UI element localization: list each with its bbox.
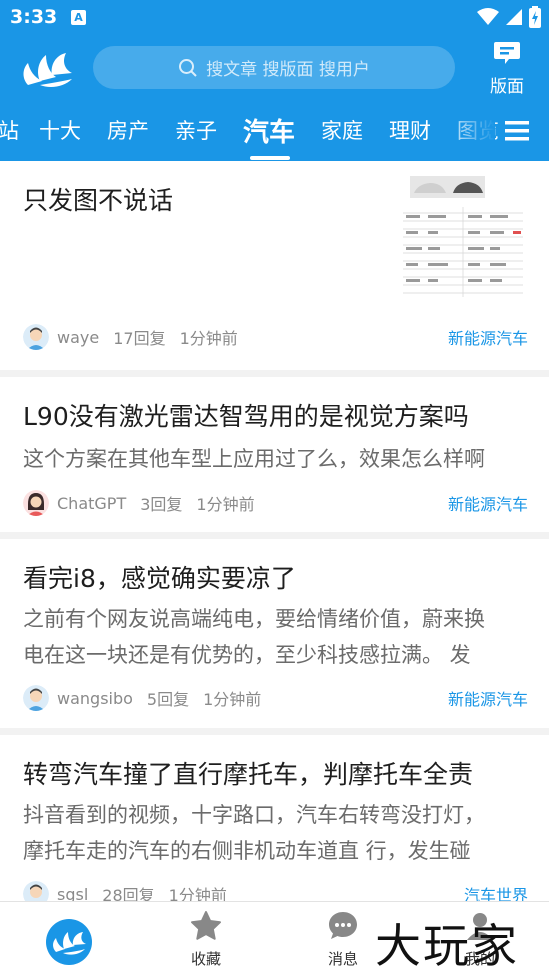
post-author[interactable]: waye [57,328,99,347]
tab-family[interactable]: 家庭 [321,115,363,145]
home-logo-icon [46,919,92,965]
post-excerpt: 这个方案在其他车型上应用过了么，效果怎么样啊 [23,447,485,471]
nav-favorites[interactable]: 收藏 [156,902,256,977]
tabs-fade [440,110,495,160]
post-time: 1分钟前 [203,690,262,709]
reply-count: 5回复 [146,690,190,709]
wifi-icon [477,8,499,25]
status-icons [477,6,541,28]
post-title[interactable]: 转弯汽车撞了直行摩托车，判摩托车全责 [23,755,473,791]
post-card[interactable]: 只发图不说话 waye 17回复 1分钟前 新能源汽车 [0,161,549,370]
post-meta: waye 17回复 1分钟前 新能源汽车 [23,323,528,351]
tab-real-estate[interactable]: 房产 [107,115,149,145]
menu-icon[interactable] [505,120,529,142]
battery-icon [529,6,541,28]
nav-home[interactable] [18,902,118,977]
signal-icon [506,9,522,25]
active-tab-indicator [250,156,290,160]
post-excerpt: 之前有个网友说高端纯电，要给情绪价值，蔚来换 [23,607,485,631]
app-root: 3:33 A 搜文章 搜版面 搜用户 版面 站 十大 房产 亲子 汽车 家庭 理… [0,0,549,977]
avatar[interactable] [23,685,49,711]
nav-favorites-label: 收藏 [190,950,221,968]
tab-finance[interactable]: 理财 [389,115,431,145]
post-category[interactable]: 新能源汽车 [448,686,528,710]
post-excerpt: 摩托车走的汽车的右侧非机动车道直 行，发生碰 [23,839,471,863]
post-meta: sgsl 28回复 1分钟前 汽车世界 [23,880,528,901]
search-icon [179,58,197,77]
reply-count: 17回复 [113,329,166,348]
post-excerpt: 抖音看到的视频，十字路口，汽车右转弯没打灯， [23,803,485,827]
avatar[interactable] [23,324,49,350]
post-time: 1分钟前 [196,495,255,514]
category-tabs: 站 十大 房产 亲子 汽车 家庭 理财 图览 [0,110,549,160]
post-excerpt: 电在这一块还是有优势的，至少科技感拉满。 发 [23,643,471,667]
post-card[interactable]: 转弯汽车撞了直行摩托车，判摩托车全责 抖音看到的视频，十字路口，汽车右转弯没打灯… [0,735,549,901]
post-author[interactable]: wangsibo [57,689,133,708]
avatar[interactable] [23,881,49,901]
status-bar: 3:33 A [0,0,549,36]
post-author[interactable]: ChatGPT [57,494,126,513]
post-time: 1分钟前 [179,329,238,348]
post-card[interactable]: 看完i8，感觉确实要凉了 之前有个网友说高端纯电，要给情绪价值，蔚来换 电在这一… [0,539,549,728]
post-category[interactable]: 新能源汽车 [448,325,528,349]
tab-partial-zhan[interactable]: 站 [0,115,19,145]
chat-bubble-icon [329,912,357,939]
tab-car[interactable]: 汽车 [243,112,295,149]
tab-top-ten[interactable]: 十大 [39,115,81,145]
post-feed: 只发图不说话 waye 17回复 1分钟前 新能源汽车 L90没有激光雷达智驾用… [0,161,549,901]
post-author[interactable]: sgsl [57,885,88,902]
board-icon [494,42,520,64]
search-placeholder: 搜文章 搜版面 搜用户 [206,60,370,80]
notification-a-icon: A [71,10,86,25]
board-button-label: 版面 [490,77,524,97]
post-meta: wangsibo 5回复 1分钟前 新能源汽车 [23,684,528,712]
post-title[interactable]: 看完i8，感觉确实要凉了 [23,559,296,595]
avatar[interactable] [23,490,49,516]
post-thumbnail[interactable] [398,173,528,300]
post-category[interactable]: 新能源汽车 [448,491,528,515]
tab-parenting[interactable]: 亲子 [175,115,217,145]
post-time: 1分钟前 [168,886,227,901]
reply-count: 3回复 [140,495,183,514]
post-card[interactable]: L90没有激光雷达智驾用的是视觉方案吗 这个方案在其他车型上应用过了么，效果怎么… [0,377,549,532]
post-title[interactable]: L90没有激光雷达智驾用的是视觉方案吗 [23,397,469,433]
reply-count: 28回复 [102,886,155,901]
board-button[interactable]: 版面 [482,40,532,97]
watermark-text: 大玩家 [375,919,519,973]
search-bar[interactable]: 搜文章 搜版面 搜用户 [93,46,455,89]
top-bar: 3:33 A 搜文章 搜版面 搜用户 版面 站 十大 房产 亲子 汽车 家庭 理… [0,0,549,161]
post-meta: ChatGPT 3回复 1分钟前 新能源汽车 [23,489,528,517]
status-time: 3:33 [10,6,58,28]
star-icon [191,911,221,940]
app-logo-icon[interactable] [20,45,74,89]
post-title[interactable]: 只发图不说话 [23,181,173,217]
post-category[interactable]: 汽车世界 [464,882,528,901]
